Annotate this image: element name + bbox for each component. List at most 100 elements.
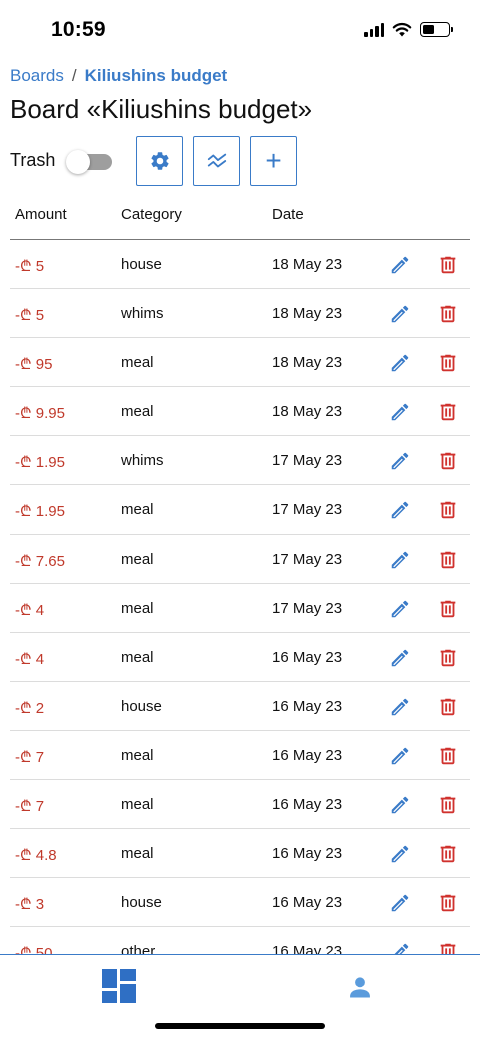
trash-icon xyxy=(437,549,459,571)
breadcrumb-boards-link[interactable]: Boards xyxy=(10,66,64,86)
trash-icon xyxy=(437,401,459,423)
delete-button[interactable] xyxy=(436,597,460,621)
trash-icon xyxy=(437,303,459,325)
cellular-signal-icon xyxy=(364,22,384,37)
add-button[interactable]: + xyxy=(250,136,297,186)
table-row[interactable]: -₾ 1.95 meal 17 May 23 xyxy=(10,485,470,535)
row-date: 16 May 23 xyxy=(272,746,343,764)
delete-button[interactable] xyxy=(436,400,460,424)
delete-button[interactable] xyxy=(436,744,460,768)
row-amount: -₾ 95 xyxy=(15,356,53,374)
edit-button[interactable] xyxy=(388,253,412,277)
delete-button[interactable] xyxy=(436,351,460,375)
row-date: 18 May 23 xyxy=(272,354,343,372)
chart-icon xyxy=(207,153,226,168)
delete-button[interactable] xyxy=(436,695,460,719)
edit-button[interactable] xyxy=(388,695,412,719)
table-row[interactable]: -₾ 7 meal 16 May 23 xyxy=(10,780,470,830)
row-amount: -₾ 3 xyxy=(15,896,45,914)
table-row[interactable]: -₾ 95 meal 18 May 23 xyxy=(10,338,470,388)
nav-profile-button[interactable] xyxy=(346,973,374,1001)
table-row[interactable]: -₾ 4.8 meal 16 May 23 xyxy=(10,829,470,879)
row-date: 18 May 23 xyxy=(272,256,343,273)
delete-button[interactable] xyxy=(436,498,460,522)
header-date[interactable]: Date xyxy=(272,206,304,223)
nav-boards-button[interactable] xyxy=(102,969,136,1003)
row-amount: -₾ 4.8 xyxy=(15,847,57,865)
row-category: meal xyxy=(121,501,154,519)
home-indicator xyxy=(155,1023,325,1029)
bottom-nav xyxy=(0,954,480,1038)
row-category: meal xyxy=(121,746,154,764)
table-row[interactable]: -₾ 5 whims 18 May 23 xyxy=(10,289,470,339)
pencil-icon xyxy=(389,647,411,669)
toggle-knob xyxy=(66,150,90,174)
delete-button[interactable] xyxy=(436,646,460,670)
trash-label: Trash xyxy=(10,150,56,170)
row-amount: -₾ 4 xyxy=(15,650,45,668)
row-category: meal xyxy=(121,648,154,666)
edit-button[interactable] xyxy=(388,646,412,670)
header-category[interactable]: Category xyxy=(121,206,182,223)
trash-icon xyxy=(437,843,459,865)
row-amount: -₾ 1.95 xyxy=(15,454,65,472)
pencil-icon xyxy=(389,549,411,571)
pencil-icon xyxy=(389,598,411,620)
breadcrumb-current[interactable]: Kiliushins budget xyxy=(85,66,228,86)
pencil-icon xyxy=(389,450,411,472)
delete-button[interactable] xyxy=(436,548,460,572)
table-row[interactable]: -₾ 4 meal 17 May 23 xyxy=(10,584,470,633)
row-amount: -₾ 7.65 xyxy=(15,552,65,570)
header-amount[interactable]: Amount xyxy=(15,206,67,223)
table-row[interactable]: -₾ 2 house 16 May 23 xyxy=(10,682,470,731)
table-row[interactable]: -₾ 7.65 meal 17 May 23 xyxy=(10,535,470,584)
edit-button[interactable] xyxy=(388,302,412,326)
status-time: 10:59 xyxy=(51,18,106,41)
edit-button[interactable] xyxy=(388,548,412,572)
breadcrumb-separator: / xyxy=(71,66,77,85)
pencil-icon xyxy=(389,794,411,816)
breadcrumb: Boards / Kiliushins budget xyxy=(10,66,227,86)
edit-button[interactable] xyxy=(388,351,412,375)
edit-button[interactable] xyxy=(388,449,412,473)
table-row[interactable]: -₾ 3 house 16 May 23 xyxy=(10,878,470,928)
row-amount: -₾ 2 xyxy=(15,699,45,717)
edit-button[interactable] xyxy=(388,842,412,866)
table-row[interactable]: -₾ 9.95 meal 18 May 23 xyxy=(10,387,470,437)
table-row[interactable]: -₾ 7 meal 16 May 23 xyxy=(10,731,470,781)
delete-button[interactable] xyxy=(436,253,460,277)
edit-button[interactable] xyxy=(388,891,412,915)
row-date: 16 May 23 xyxy=(272,648,343,666)
delete-button[interactable] xyxy=(436,302,460,326)
delete-button[interactable] xyxy=(436,842,460,866)
chart-button[interactable] xyxy=(193,136,240,186)
edit-button[interactable] xyxy=(388,793,412,817)
table-row[interactable]: -₾ 4 meal 16 May 23 xyxy=(10,633,470,682)
trash-icon xyxy=(437,450,459,472)
table-row[interactable]: -₾ 5 house 18 May 23 xyxy=(10,240,470,290)
trash-icon xyxy=(437,892,459,914)
row-category: meal xyxy=(121,354,154,372)
edit-button[interactable] xyxy=(388,597,412,621)
delete-button[interactable] xyxy=(436,449,460,473)
trash-icon xyxy=(437,794,459,816)
pencil-icon xyxy=(389,745,411,767)
row-date: 16 May 23 xyxy=(272,697,343,715)
row-category: house xyxy=(121,697,162,715)
delete-button[interactable] xyxy=(436,793,460,817)
edit-button[interactable] xyxy=(388,744,412,768)
row-date: 17 May 23 xyxy=(272,501,343,519)
delete-button[interactable] xyxy=(436,891,460,915)
settings-button[interactable] xyxy=(136,136,183,186)
row-date: 18 May 23 xyxy=(272,403,343,421)
pencil-icon xyxy=(389,401,411,423)
edit-button[interactable] xyxy=(388,498,412,522)
trash-icon xyxy=(437,499,459,521)
wifi-icon xyxy=(392,22,412,37)
trash-toggle[interactable] xyxy=(66,148,112,174)
table-row[interactable]: -₾ 1.95 whims 17 May 23 xyxy=(10,436,470,486)
edit-button[interactable] xyxy=(388,400,412,424)
row-amount: -₾ 9.95 xyxy=(15,405,65,423)
row-category: meal xyxy=(121,403,154,421)
row-amount: -₾ 5 xyxy=(15,307,45,325)
